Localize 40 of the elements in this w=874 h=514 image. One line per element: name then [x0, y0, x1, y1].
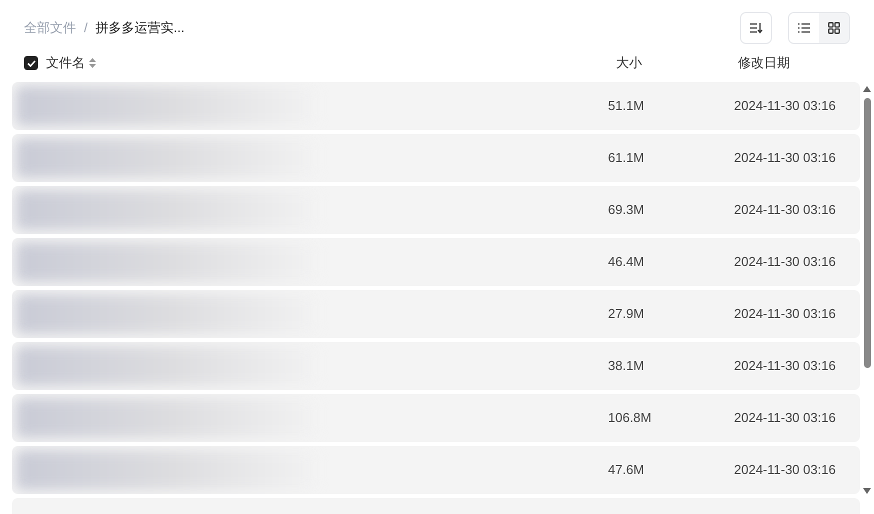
- modified-date: 2024-11-30 03:16: [734, 253, 836, 272]
- file-size: 61.1M: [608, 149, 646, 168]
- file-row[interactable]: 38.1M 2024-11-30 03:16: [12, 342, 860, 390]
- file-size: 106.8M: [608, 409, 652, 428]
- scrollbar-thumb[interactable]: [864, 98, 870, 368]
- breadcrumb-separator: /: [83, 19, 89, 38]
- modified-date: 2024-11-30 03:16: [734, 461, 836, 480]
- file-row[interactable]: 106.8M 2024-11-30 03:16: [12, 394, 860, 442]
- file-size: 38.1M: [608, 357, 646, 376]
- scroll-up-icon: [863, 86, 871, 92]
- file-row[interactable]: 51.1M 2024-11-30 03:16: [12, 82, 860, 130]
- modified-date: 2024-11-30 03:16: [734, 201, 836, 220]
- file-size: 27.9M: [608, 305, 646, 324]
- file-size: 46.4M: [608, 253, 646, 272]
- modified-date: 2024-11-30 03:16: [734, 305, 836, 324]
- list-view-button[interactable]: [789, 13, 819, 43]
- file-row[interactable]: 46.4M 2024-11-30 03:16: [12, 238, 860, 286]
- scroll-down-icon: [863, 488, 871, 494]
- file-size: 69.3M: [608, 201, 646, 220]
- file-row[interactable]: 27.9M 2024-11-30 03:16: [12, 290, 860, 338]
- sort-icon: [749, 22, 763, 34]
- modified-date: 2024-11-30 03:16: [734, 357, 836, 376]
- check-icon: [26, 60, 36, 66]
- breadcrumb-item: 拼多多运营实...: [96, 19, 184, 38]
- list-icon: [798, 23, 810, 33]
- column-header[interactable]: 修改日期: [738, 53, 790, 73]
- column-header[interactable]: 大小: [616, 53, 642, 73]
- file-row[interactable]: 61.1M 2024-11-30 03:16: [12, 134, 860, 182]
- column-header[interactable]: 文件名: [46, 53, 85, 73]
- file-row[interactable]: 47.6M 2024-11-30 03:16: [12, 446, 860, 494]
- file-size: 47.6M: [608, 461, 646, 480]
- file-row[interactable]: 69.3M 2024-11-30 03:16: [12, 186, 860, 234]
- modified-date: 2024-11-30 03:16: [734, 97, 836, 116]
- modified-date: 2024-11-30 03:16: [734, 149, 836, 168]
- sort-icon[interactable]: [89, 58, 96, 68]
- file-size: 51.1M: [608, 97, 646, 116]
- select-all-checkbox[interactable]: [24, 56, 38, 70]
- sort-button[interactable]: [740, 12, 772, 44]
- grid-icon: [828, 22, 840, 34]
- modified-date: 2024-11-30 03:16: [734, 409, 836, 428]
